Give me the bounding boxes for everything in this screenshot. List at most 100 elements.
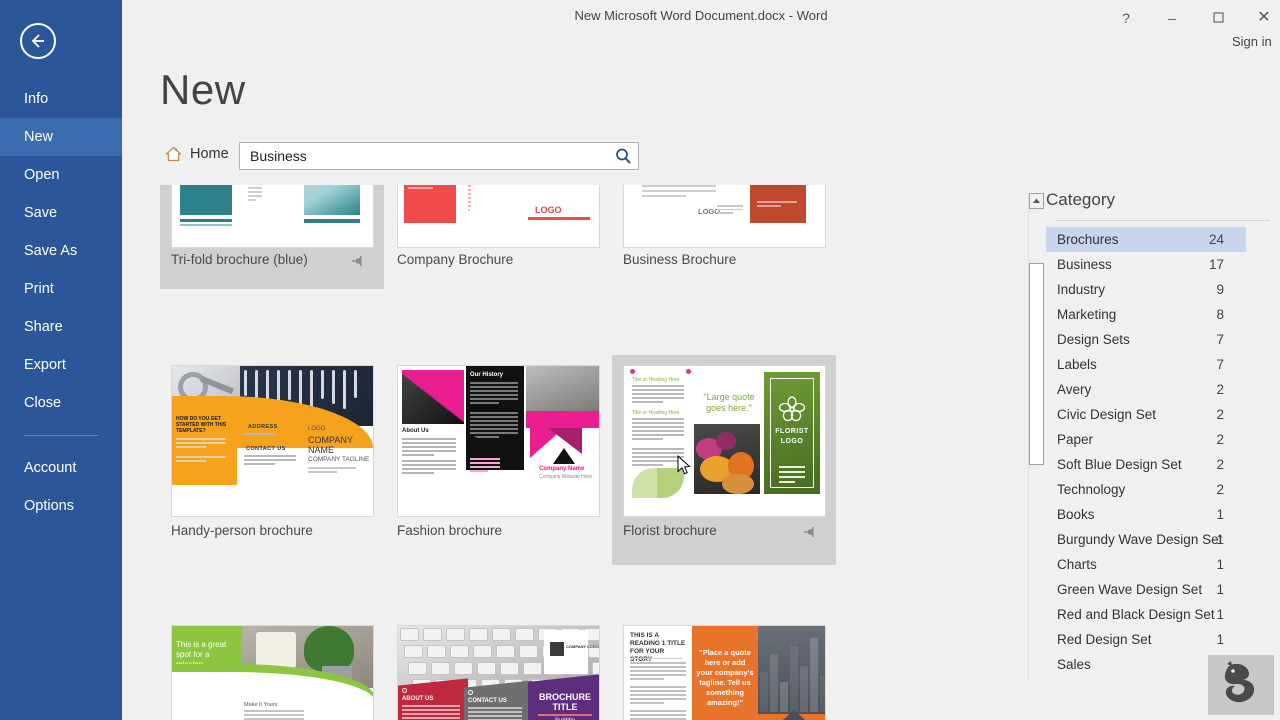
template-thumbnail[interactable]: [Company Name] LOGO <box>623 185 826 248</box>
pin-template-icon[interactable] <box>803 525 817 539</box>
category-item-green-wave-design-set[interactable]: Green Wave Design Set1 <box>1046 577 1246 602</box>
category-count: 1 <box>1216 502 1224 527</box>
home-icon <box>165 146 182 162</box>
category-item-brochures[interactable]: Brochures 24 <box>1046 227 1246 252</box>
search-glyph <box>612 146 634 166</box>
pin-template-icon[interactable] <box>351 254 365 268</box>
category-item-civic-design-set[interactable]: Civic Design Set2 <box>1046 402 1246 427</box>
category-list: Brochures 24Business17Industry9 Marketing 8… <box>1046 227 1280 677</box>
category-item-industry[interactable]: Industry9 <box>1046 277 1246 302</box>
dragon-watermark-icon <box>1208 655 1274 715</box>
template-label: Handy-person brochure <box>171 523 313 538</box>
category-item-marketing[interactable]: Marketing 8 <box>1046 302 1246 327</box>
category-count: 9 <box>1216 277 1224 302</box>
template-card[interactable]: Our History About Us Company Name Compan… <box>386 355 610 565</box>
category-label: Green Wave Design Set <box>1057 582 1202 597</box>
category-count: 1 <box>1216 527 1224 552</box>
category-item-business[interactable]: Business17 <box>1046 252 1246 277</box>
sidebar-item-new[interactable]: New <box>0 118 122 156</box>
sidebar-item-open[interactable]: Open <box>0 156 122 194</box>
category-item-paper[interactable]: Paper2 <box>1046 427 1246 452</box>
category-item-charts[interactable]: Charts 1 <box>1046 552 1246 577</box>
back-arrow-icon[interactable] <box>20 23 56 59</box>
category-item-labels[interactable]: Labels7 <box>1046 352 1246 377</box>
mouse-pointer-glyph <box>677 455 692 477</box>
category-divider <box>1055 220 1270 221</box>
minimize-icon[interactable]: – <box>1157 7 1187 29</box>
template-thumbnail[interactable]: THIS IS A READING 1 TITLE FOR YOUR STORY… <box>623 625 826 720</box>
sidebar-item-save[interactable]: Save <box>0 194 122 232</box>
category-count: 1 <box>1216 627 1224 652</box>
category-count: 24 <box>1209 227 1224 252</box>
category-label: Red Design Set <box>1057 632 1152 647</box>
page-title: New <box>160 66 246 114</box>
category-item-burgundy-wave-design-set[interactable]: Burgundy Wave Design Set1 <box>1046 527 1246 552</box>
search-input[interactable] <box>250 143 605 169</box>
template-thumbnail[interactable]: Our History About Us Company Name Compan… <box>397 365 600 517</box>
category-count: 7 <box>1216 352 1224 377</box>
restore-glyph <box>1213 12 1224 23</box>
template-card[interactable]: ABOUT US CONTACT US BROCHURE TITLE Subti… <box>386 615 610 720</box>
template-thumbnail[interactable]: HOW DO YOU GET STARTED WITH THIS TEMPLAT… <box>171 365 374 517</box>
category-label: Soft Blue Design Set <box>1057 457 1182 472</box>
category-label: Charts <box>1057 557 1097 572</box>
template-thumbnail[interactable]: ABOUT US CONTACT US BROCHURE TITLE Subti… <box>397 625 600 720</box>
document-title: New Microsoft Word Document.docx - Word <box>122 8 1280 23</box>
template-card[interactable]: THIS IS A READING 1 TITLE FOR YOUR STORY… <box>612 615 836 720</box>
sidebar-item-close[interactable]: Close <box>0 384 122 422</box>
template-card[interactable]: [Company Name] LOGO Business Brochure <box>612 185 836 289</box>
sidebar-item-share[interactable]: Share <box>0 308 122 346</box>
category-item-technology[interactable]: Technology 2 <box>1046 477 1246 502</box>
category-item-design-sets[interactable]: Design Sets7 <box>1046 327 1246 352</box>
category-label: Red and Black Design Set <box>1057 607 1215 622</box>
help-icon[interactable]: ? <box>1111 7 1141 29</box>
category-count: 2 <box>1216 477 1224 502</box>
scroll-up-arrow-icon[interactable] <box>1029 193 1044 209</box>
sidebar-item-info[interactable]: Info <box>0 80 122 118</box>
sidebar-item-export[interactable]: Export <box>0 346 122 384</box>
restore-icon[interactable] <box>1203 7 1233 29</box>
category-item-red-and-black-design-set[interactable]: Red and Black Design Set1 <box>1046 602 1246 627</box>
home-breadcrumb[interactable]: Home <box>165 146 229 162</box>
category-item-avery[interactable]: Avery 2 <box>1046 377 1246 402</box>
template-gallery: Tri-fold brochure (blue) LOGO Company Br… <box>160 185 1020 720</box>
gallery-scrollbar[interactable] <box>1028 193 1043 680</box>
template-card[interactable]: Title or Heading Here Title or Heading H… <box>612 355 836 565</box>
template-label: Florist brochure <box>623 523 717 538</box>
category-label: Marketing <box>1057 307 1116 322</box>
sign-in-link[interactable]: Sign in <box>1232 34 1272 49</box>
pin-glyph <box>803 525 817 539</box>
template-card[interactable]: Tri-fold brochure (blue) <box>160 185 384 289</box>
search-box[interactable] <box>239 142 639 170</box>
category-count: 2 <box>1216 377 1224 402</box>
search-icon[interactable] <box>612 146 634 166</box>
category-count: 8 <box>1216 302 1224 327</box>
category-label: Technology <box>1057 482 1125 497</box>
template-thumbnail[interactable]: This is a great spot for a mission state… <box>171 625 374 720</box>
sidebar-item-options[interactable]: Options <box>0 487 122 525</box>
close-icon[interactable]: ✕ <box>1249 7 1279 29</box>
sidebar-item-save-as[interactable]: Save As <box>0 232 122 270</box>
template-thumbnail[interactable]: LOGO <box>397 185 600 248</box>
sidebar-item-print[interactable]: Print <box>0 270 122 308</box>
template-label: Tri-fold brochure (blue) <box>171 252 308 267</box>
category-count: 2 <box>1216 452 1224 477</box>
sidebar-divider <box>24 435 98 436</box>
category-item-soft-blue-design-set[interactable]: Soft Blue Design Set 2 <box>1046 452 1246 477</box>
template-card[interactable]: This is a great spot for a mission state… <box>160 615 384 720</box>
template-thumbnail[interactable]: Title or Heading Here Title or Heading H… <box>623 365 826 517</box>
template-thumbnail[interactable] <box>171 185 374 248</box>
category-item-books[interactable]: Books1 <box>1046 502 1246 527</box>
category-label: Avery <box>1057 382 1091 397</box>
category-label: Brochures <box>1057 232 1119 247</box>
template-card[interactable]: LOGO Company Brochure <box>386 185 610 289</box>
template-card[interactable]: HOW DO YOU GET STARTED WITH THIS TEMPLAT… <box>160 355 384 565</box>
home-label: Home <box>190 146 229 162</box>
category-count: 1 <box>1216 552 1224 577</box>
category-label: Sales <box>1057 657 1091 672</box>
category-count: 2 <box>1216 402 1224 427</box>
sidebar-item-account[interactable]: Account <box>0 449 122 487</box>
category-item-red-design-set[interactable]: Red Design Set 1 <box>1046 627 1246 652</box>
scrollbar-thumb[interactable] <box>1029 263 1044 465</box>
backstage-nav-list: InfoNewOpenSaveSave AsPrintShareExportCl… <box>0 80 122 525</box>
